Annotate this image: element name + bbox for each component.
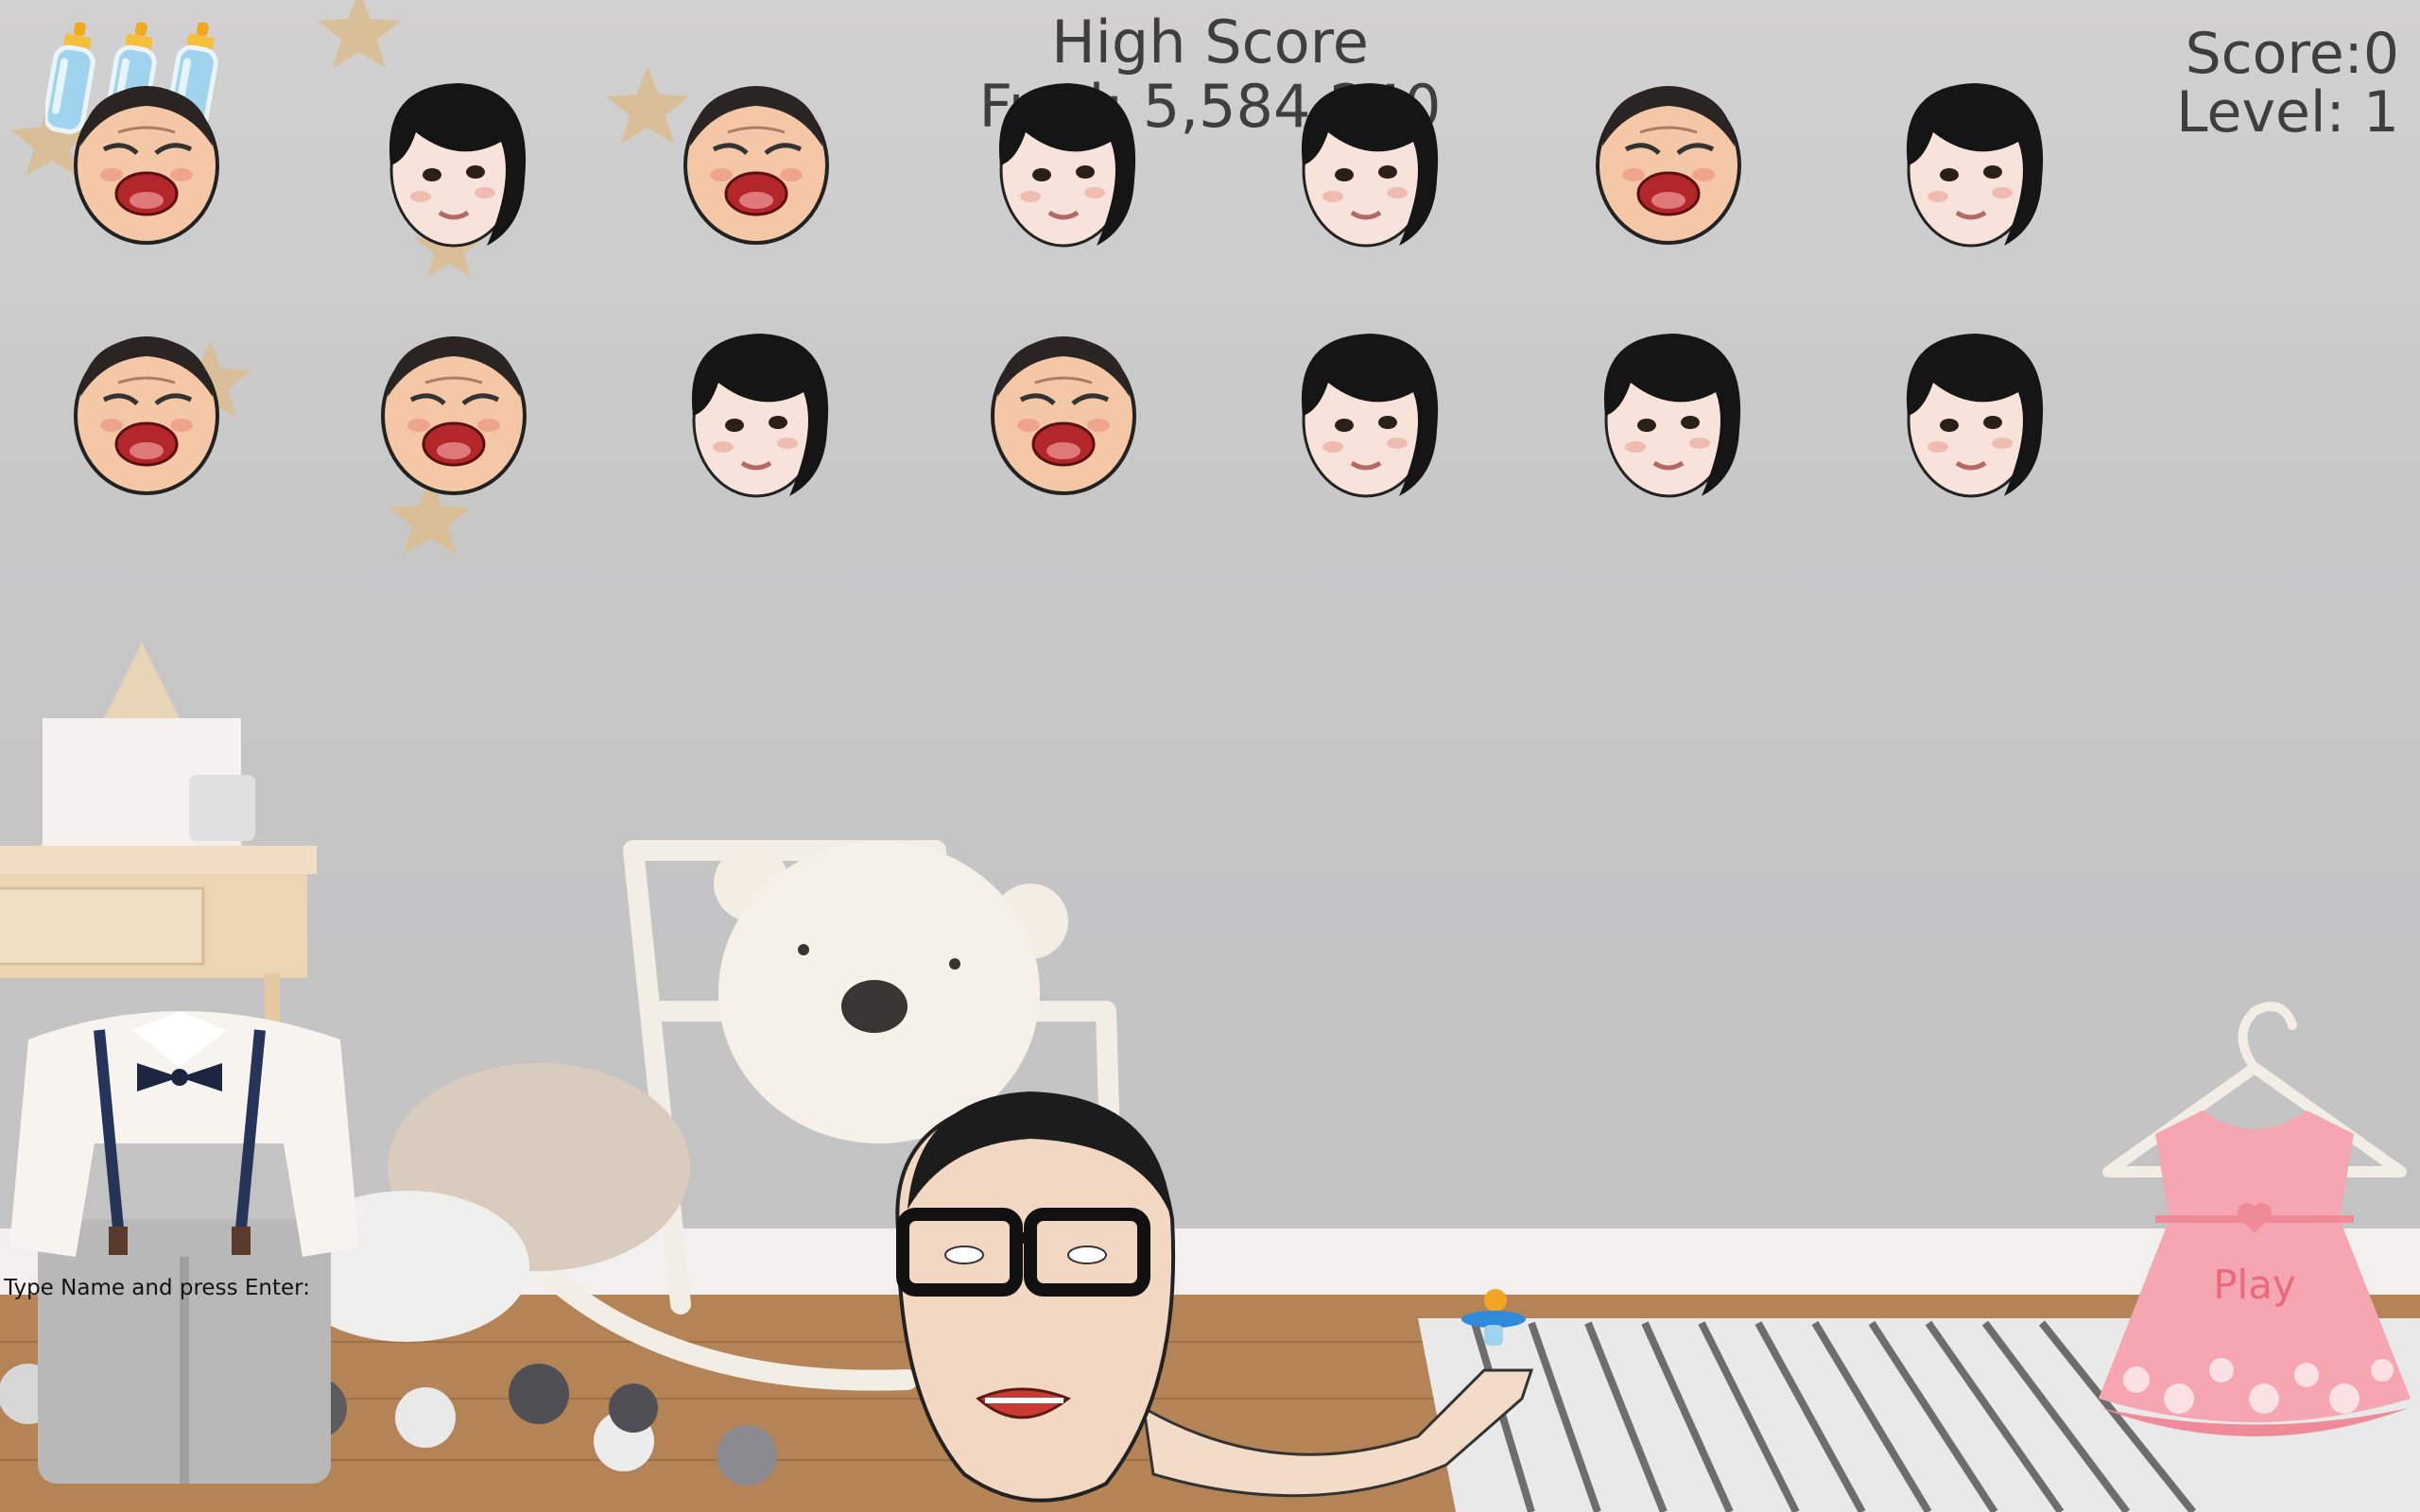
player-character[interactable] xyxy=(879,1087,1541,1512)
girl-baby-enemy xyxy=(373,76,534,255)
girl-baby-enemy xyxy=(1891,76,2051,255)
boy-outfit-icon xyxy=(9,1011,359,1484)
crying-baby-enemy xyxy=(1588,76,1749,255)
play-label: Play xyxy=(2213,1262,2296,1308)
girl-baby-enemy xyxy=(1286,326,1446,506)
girl-baby-enemy xyxy=(983,76,1144,255)
crying-baby-enemy xyxy=(66,326,227,506)
pacifier-projectile xyxy=(1461,1289,1526,1346)
girl-baby-enemy xyxy=(1891,326,2051,506)
girl-baby-enemy xyxy=(1588,326,1749,506)
game-stage[interactable]: High Score Fred: 5,584,240 Score:0 Level… xyxy=(0,0,2420,1512)
girl-baby-enemy xyxy=(1286,76,1446,255)
play-button[interactable]: Play xyxy=(2089,992,2420,1484)
name-entry-prompt[interactable]: Type Name and press Enter: xyxy=(4,1276,310,1300)
girl-baby-enemy xyxy=(676,326,837,506)
pink-dress-icon xyxy=(2099,1002,2411,1436)
crying-baby-enemy xyxy=(66,76,227,255)
crying-baby-enemy xyxy=(983,326,1144,506)
enemy-grid xyxy=(0,0,2420,662)
crying-baby-enemy xyxy=(676,76,837,255)
crying-baby-enemy xyxy=(373,326,534,506)
